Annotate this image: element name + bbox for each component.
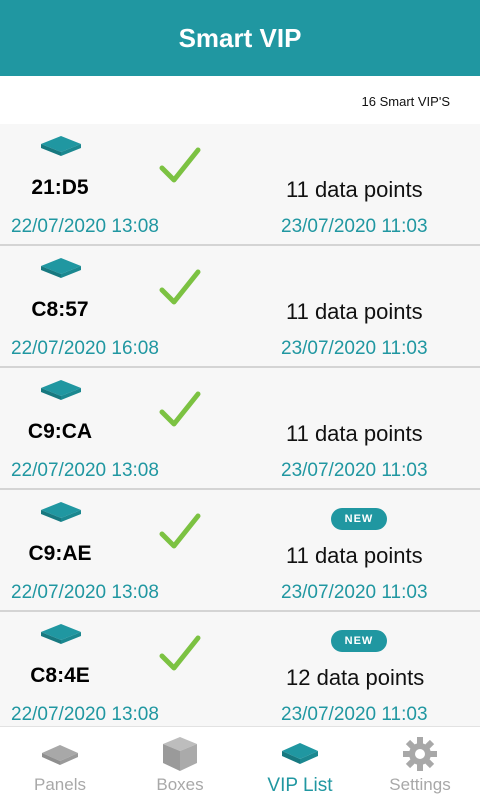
app-header: Smart VIP [0,0,480,76]
tab-vip-list[interactable]: VIP List [240,727,360,800]
last-seen-date: 23/07/2020 11:03 [281,704,428,725]
tab-panels[interactable]: Panels [0,727,120,800]
vip-device-icon [41,380,81,400]
data-points: 11 data points [286,543,423,568]
tab-settings[interactable]: Settings [360,727,480,800]
summary-row: 16 Smart VIP'S [0,76,480,124]
new-badge: NEW [331,508,387,530]
tab-label: Boxes [156,775,204,794]
first-seen-date: 22/07/2020 13:08 [11,582,159,603]
check-icon [159,635,201,671]
tab-boxes[interactable]: Boxes [120,727,240,800]
data-points: 11 data points [286,299,423,324]
tab-label: Settings [389,775,451,794]
vip-device-icon [41,136,81,156]
device-name: C8:4E [30,664,90,687]
list-item[interactable]: 21:D5 11 data points 22/07/2020 13:08 23… [0,124,480,246]
vip-device-icon [41,624,81,644]
tab-label: VIP List [267,775,333,796]
device-count: 16 Smart VIP'S [361,94,450,109]
check-icon [159,269,201,305]
data-points: 11 data points [286,421,423,446]
panel-icon [40,735,80,773]
device-name: C8:57 [31,298,89,321]
list-item[interactable]: C8:57 11 data points 22/07/2020 16:08 23… [0,246,480,368]
check-icon [159,391,201,427]
first-seen-date: 22/07/2020 16:08 [11,338,159,359]
last-seen-date: 23/07/2020 11:03 [281,460,428,481]
gear-icon [400,735,440,773]
check-icon [159,513,201,549]
last-seen-date: 23/07/2020 11:03 [281,582,428,603]
new-badge: NEW [331,630,387,652]
page-title: Smart VIP [178,22,302,53]
first-seen-date: 22/07/2020 13:08 [11,460,159,481]
vip-device-icon [280,735,320,773]
last-seen-date: 23/07/2020 11:03 [281,338,428,359]
vip-device-icon [41,502,81,522]
list-item[interactable]: C9:CA 11 data points 22/07/2020 13:08 23… [0,368,480,490]
last-seen-date: 23/07/2020 11:03 [281,216,428,237]
first-seen-date: 22/07/2020 13:08 [11,216,159,237]
vip-device-icon [41,258,81,278]
device-list: 21:D5 11 data points 22/07/2020 13:08 23… [0,124,480,726]
tab-label: Panels [34,775,86,794]
list-item[interactable]: C9:AE NEW 11 data points 22/07/2020 13:0… [0,490,480,612]
device-name: 21:D5 [31,176,89,199]
box-icon [160,735,200,773]
first-seen-date: 22/07/2020 13:08 [11,704,159,725]
bottom-tab-bar: Panels Boxes VIP List Settings [0,726,480,800]
list-item[interactable]: C8:4E NEW 12 data points 22/07/2020 13:0… [0,612,480,726]
check-icon [159,147,201,183]
device-name: C9:CA [27,420,93,443]
device-name: C9:AE [28,542,92,565]
data-points: 11 data points [286,177,423,202]
data-points: 12 data points [286,665,425,690]
